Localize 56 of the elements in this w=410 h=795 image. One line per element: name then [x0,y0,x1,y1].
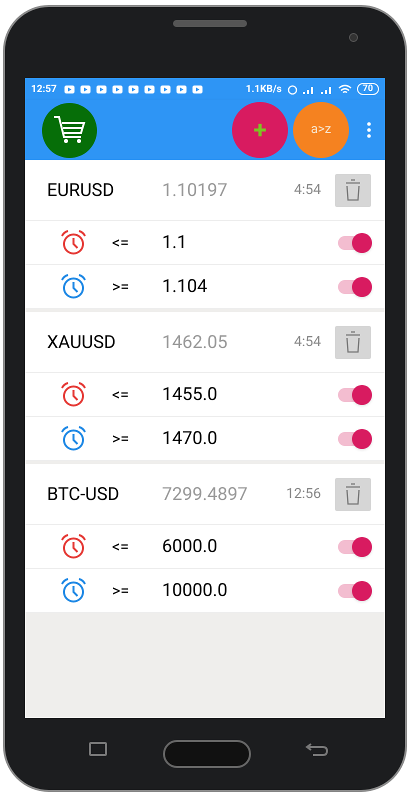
status-time: 12:57 [31,82,57,96]
menu-icon[interactable] [366,122,372,138]
alert-toggle[interactable] [338,580,372,600]
alert-toggle[interactable] [338,232,372,252]
alert-value: 1.1 [162,231,188,255]
notification-icon [112,84,123,94]
alert-value: 6000.0 [162,535,218,559]
notification-icon [80,84,91,94]
notification-icon [192,84,203,94]
cart-icon [52,115,86,145]
update-time: 4:54 [294,180,321,200]
condition-operator: <= [112,536,130,558]
network-speed: 1.1KB/s [246,82,282,96]
signal-icon [320,84,334,94]
battery-indicator: 70 [356,83,379,95]
sort-button[interactable]: a>z [293,102,349,158]
condition-operator: <= [112,384,130,406]
add-button[interactable]: + [232,102,288,158]
delete-button[interactable] [335,174,371,206]
alert-value: 1.104 [162,275,208,299]
symbol-price: 7299.4897 [162,482,249,506]
signal-icon [302,84,316,94]
alert-value: 1455.0 [162,383,218,407]
alert-toggle[interactable] [338,384,372,404]
condition-operator: >= [112,276,130,298]
condition-operator: >= [112,428,130,450]
update-time: 12:56 [286,484,321,504]
notification-icon [128,84,139,94]
symbol-name: XAUUSD [47,330,117,354]
trash-icon [344,330,362,354]
recent-apps-button[interactable] [89,742,107,756]
symbol-price: 1462.05 [162,330,228,354]
symbol-name: EURUSD [47,178,116,202]
alert-toggle[interactable] [338,536,372,556]
update-time: 4:54 [294,332,321,352]
delete-button[interactable] [335,478,371,510]
condition-operator: >= [112,580,130,602]
notification-icon [176,84,187,94]
notification-icon [96,84,107,94]
notification-icon [160,84,171,94]
notification-icon [144,84,155,94]
condition-operator: <= [112,232,130,254]
alert-toggle[interactable] [338,276,372,296]
camera-icon [349,33,358,42]
back-icon[interactable] [305,741,329,757]
notification-icon [64,84,75,94]
trash-icon [344,178,362,202]
alert-toggle[interactable] [338,428,372,448]
symbol-name: BTC-USD [47,482,120,506]
alert-value: 10000.0 [162,579,228,603]
trash-icon [344,482,362,506]
delete-button[interactable] [335,326,371,358]
wifi-icon [338,84,352,94]
alert-value: 1470.0 [162,427,218,451]
home-button[interactable] [163,740,251,768]
symbol-price: 1.10197 [162,178,228,202]
